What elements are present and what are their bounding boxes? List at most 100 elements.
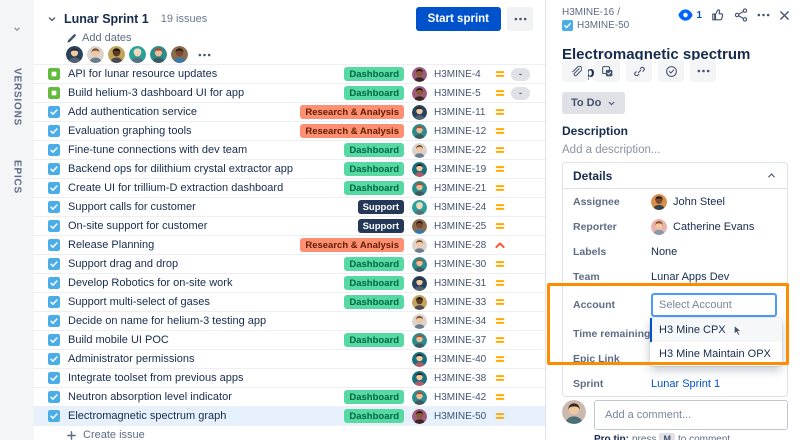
details-card-header[interactable]: Details <box>563 163 787 189</box>
field-label: Time remaining <box>573 328 651 340</box>
breadcrumb-current[interactable]: H3MINE-50 <box>562 20 629 31</box>
issue-row[interactable]: On-site support for customer Support H3M… <box>34 216 545 235</box>
issue-row[interactable]: Build helium-3 dashboard UI for app Dash… <box>34 83 545 102</box>
assignee-avatar[interactable] <box>412 238 427 253</box>
sprint-member-avatar[interactable] <box>150 46 167 63</box>
issue-title: Electromagnetic spectrum graph <box>68 410 336 422</box>
field-label: Epic Link <box>573 353 651 365</box>
field-value[interactable]: None <box>651 244 777 260</box>
assignee-avatar[interactable] <box>412 295 427 310</box>
assignee-avatar[interactable] <box>412 371 427 386</box>
assignee-avatar[interactable] <box>412 86 427 101</box>
issue-row[interactable]: Administrator permissions H3MINE-40 <box>34 349 545 368</box>
sprint-member-avatar[interactable] <box>129 46 146 63</box>
detail-more-button[interactable] <box>757 13 770 17</box>
add-child-issue-button[interactable] <box>594 60 620 82</box>
avatar-strip-more-button[interactable] <box>198 53 211 57</box>
issue-row[interactable]: Release Planning Research & Analysis H3M… <box>34 235 545 254</box>
like-button[interactable] <box>711 8 725 22</box>
field-value[interactable] <box>651 293 777 317</box>
sidebar-item-versions[interactable]: VERSIONS <box>12 68 23 126</box>
status-dropdown-button[interactable]: To Do <box>562 92 625 114</box>
issue-row[interactable]: Electromagnetic spectrum graph Dashboard… <box>34 406 545 425</box>
issue-row[interactable]: Support drag and drop Dashboard H3MINE-3… <box>34 254 545 273</box>
issue-row[interactable]: Evaluation graphing tools Research & Ana… <box>34 121 545 140</box>
detail-field-row: Assignee John Steel <box>563 189 787 214</box>
assignee-avatar[interactable] <box>412 143 427 158</box>
issue-row[interactable]: Support calls for customer Support H3MIN… <box>34 197 545 216</box>
issue-type-icon <box>48 182 60 194</box>
issue-row[interactable]: Fine-tune connections with dev team Dash… <box>34 140 545 159</box>
task-type-icon <box>562 20 573 31</box>
sprint-member-avatar[interactable] <box>108 46 125 63</box>
account-dropdown-option[interactable]: H3 Mine CPX <box>650 318 782 342</box>
issue-key: H3MINE-50 <box>434 411 494 422</box>
watch-button[interactable]: 1 <box>678 9 702 21</box>
sprint-member-avatar[interactable] <box>66 46 83 63</box>
issue-type-icon <box>48 315 60 327</box>
link-issue-button[interactable] <box>626 60 652 82</box>
priority-icon <box>494 296 508 308</box>
watch-eye-icon <box>678 9 693 21</box>
field-value[interactable]: Lunar Sprint 1 <box>651 376 777 392</box>
comment-input[interactable] <box>594 400 788 430</box>
assignee-avatar[interactable] <box>412 67 427 82</box>
share-button[interactable] <box>734 8 748 22</box>
assignee-avatar[interactable] <box>412 162 427 177</box>
field-label: Sprint <box>573 378 651 390</box>
add-dates-button[interactable]: Add dates <box>66 32 132 44</box>
check-circle-icon <box>665 65 678 78</box>
sprint-member-avatar[interactable] <box>87 46 104 63</box>
action-more-button[interactable] <box>690 60 716 82</box>
rail-collapse-icon[interactable] <box>12 24 22 34</box>
sprint-member-avatar[interactable] <box>171 46 188 63</box>
assignee-avatar[interactable] <box>412 200 427 215</box>
issue-key: H3MINE-12 <box>434 126 494 137</box>
assignee-avatar[interactable] <box>412 314 427 329</box>
priority-icon <box>494 258 508 270</box>
issue-label-pill: Dashboard <box>344 333 404 347</box>
issue-row[interactable]: Integrate toolset from previous apps H3M… <box>34 368 545 387</box>
assignee-avatar[interactable] <box>412 181 427 196</box>
account-dropdown-option[interactable]: H3 Mine Maintain OPX <box>650 342 782 366</box>
field-value[interactable]: Catherine Evans <box>651 219 777 235</box>
assignee-avatar[interactable] <box>412 352 427 367</box>
issue-row[interactable]: Backend ops for dilithium crystal extrac… <box>34 159 545 178</box>
sprint-more-button[interactable] <box>507 7 533 31</box>
sidebar-item-epics[interactable]: EPICS <box>12 160 23 194</box>
sprint-assignee-avatars <box>66 46 211 63</box>
issue-row[interactable]: Develop Robotics for on-site work Dashbo… <box>34 273 545 292</box>
assignee-avatar[interactable] <box>412 390 427 405</box>
assignee-avatar[interactable] <box>412 333 427 348</box>
issue-row[interactable]: Neutron absorption level indicator Dashb… <box>34 387 545 406</box>
issue-row[interactable]: API for lunar resource updates Dashboard… <box>34 64 545 83</box>
breadcrumb-parent-link[interactable]: H3MINE-16 <box>562 7 614 18</box>
assignee-avatar[interactable] <box>412 257 427 272</box>
issue-row[interactable]: Build mobile UI POC Dashboard H3MINE-37 <box>34 330 545 349</box>
issue-row[interactable]: Decide on name for helium-3 testing app … <box>34 311 545 330</box>
workflow-check-button[interactable] <box>658 60 684 82</box>
issue-row[interactable]: Create UI for trillium-D extraction dash… <box>34 178 545 197</box>
assignee-avatar[interactable] <box>412 219 427 234</box>
field-value[interactable]: Lunar Apps Dev <box>651 269 777 285</box>
attach-button[interactable] <box>562 60 588 82</box>
assignee-avatar[interactable] <box>412 409 427 424</box>
assignee-avatar[interactable] <box>412 105 427 120</box>
create-issue-button[interactable]: Create issue <box>66 429 145 440</box>
issue-type-icon <box>48 353 60 365</box>
issue-key: H3MINE-25 <box>434 221 494 232</box>
issue-title: Neutron absorption level indicator <box>68 391 336 403</box>
close-panel-button[interactable] <box>779 10 790 21</box>
issue-row[interactable]: Add authentication service Research & An… <box>34 102 545 121</box>
details-heading: Details <box>573 169 612 183</box>
assignee-avatar[interactable] <box>412 276 427 291</box>
issue-title: On-site support for customer <box>68 220 350 232</box>
issue-title: Integrate toolset from previous apps <box>68 372 404 384</box>
sprint-expand-icon[interactable] <box>46 13 58 25</box>
issue-row[interactable]: Support multi-select of gases Dashboard … <box>34 292 545 311</box>
assignee-avatar[interactable] <box>412 124 427 139</box>
description-placeholder[interactable]: Add a description... <box>562 144 660 156</box>
field-value[interactable]: John Steel <box>651 194 777 210</box>
start-sprint-button[interactable]: Start sprint <box>416 7 501 31</box>
account-select-input[interactable] <box>651 293 777 317</box>
